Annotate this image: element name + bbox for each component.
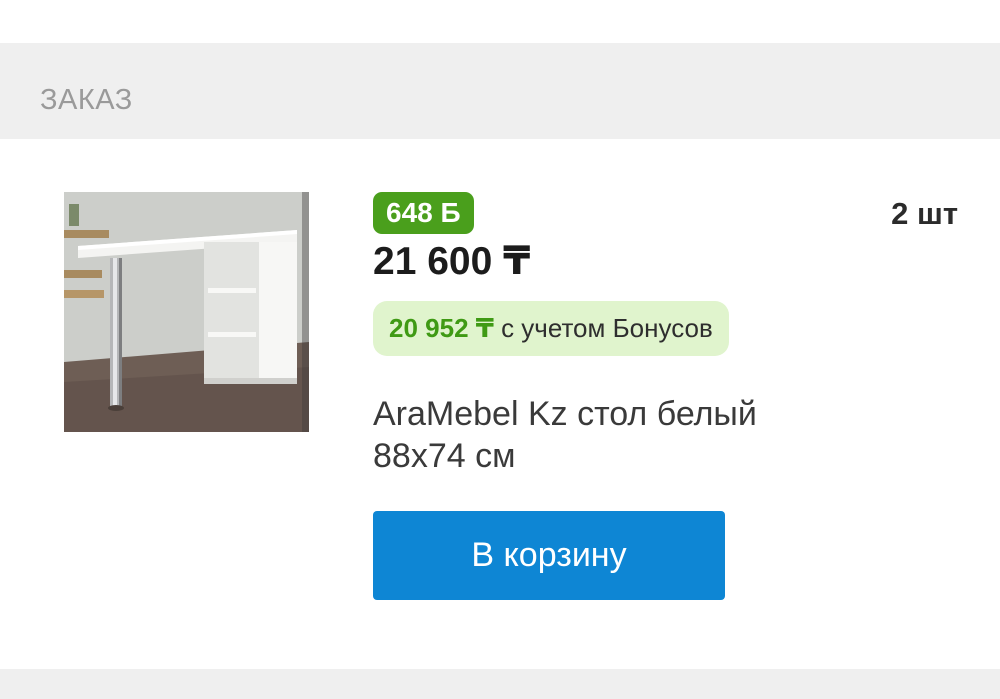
order-page: ЗАКАЗ 648 Б 21 600 ₸ 2 шт 20 952 ₸ с уче…: [0, 0, 1000, 699]
order-section-header: [0, 43, 1000, 139]
order-section-title: ЗАКАЗ: [40, 84, 133, 116]
product-name[interactable]: AraMebel Kz стол белый 88х74 см: [373, 393, 833, 477]
product-image[interactable]: [64, 192, 309, 432]
product-price: 21 600 ₸: [373, 240, 531, 283]
bonus-price-pill: 20 952 ₸ с учетом Бонусов: [373, 301, 729, 356]
bonus-price-note: с учетом Бонусов: [501, 313, 713, 343]
bonus-price-value: 20 952 ₸: [389, 313, 494, 343]
add-to-cart-button[interactable]: В корзину: [373, 511, 725, 600]
bonus-badge: 648 Б: [373, 192, 474, 234]
product-quantity: 2 шт: [891, 196, 958, 231]
bottom-divider: [0, 669, 1000, 699]
table-photo: [64, 192, 309, 432]
